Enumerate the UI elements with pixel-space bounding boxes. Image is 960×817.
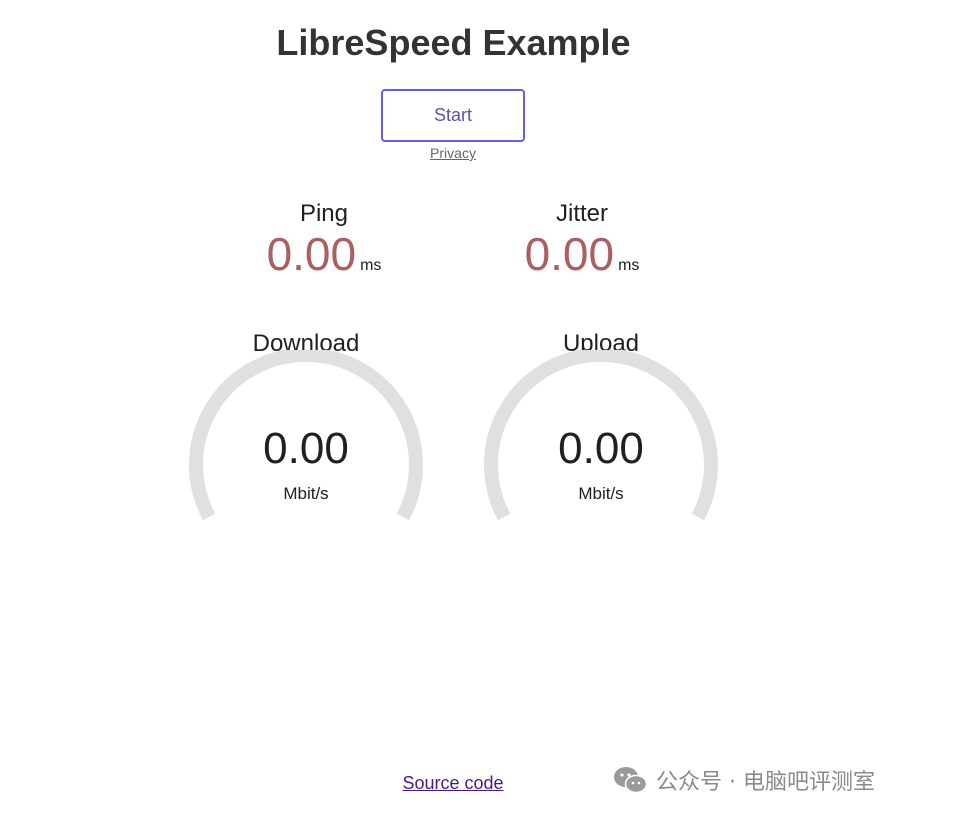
- jitter-label: Jitter: [555, 200, 608, 227]
- jitter-metric: Jitter 0.00 ms: [472, 200, 692, 290]
- privacy-link[interactable]: Privacy: [403, 145, 503, 161]
- download-unit: Mbit/s: [283, 484, 329, 503]
- source-code-link[interactable]: Source code: [353, 773, 553, 794]
- download-gauge: Download 0.00 Mbit/s: [181, 330, 431, 530]
- start-button[interactable]: Start: [381, 89, 525, 142]
- upload-unit: Mbit/s: [578, 484, 624, 503]
- page-title: LibreSpeed Example: [276, 22, 631, 63]
- ping-label: Ping: [299, 200, 349, 227]
- upload-gauge: Upload 0.00 Mbit/s: [476, 330, 726, 530]
- watermark: 公众号 · 电脑吧评测室: [612, 760, 875, 800]
- wechat-icon: [614, 767, 648, 794]
- speedtest-page: LibreSpeed Example Start Privacy Ping 0.…: [0, 0, 960, 817]
- ping-metric: Ping 0.00 ms: [214, 200, 434, 290]
- upload-value: 0.00: [558, 424, 644, 473]
- jitter-unit: ms: [618, 257, 640, 274]
- download-value: 0.00: [263, 424, 349, 473]
- watermark-text: 公众号 · 电脑吧评测室: [656, 770, 875, 795]
- ping-unit: ms: [360, 257, 382, 274]
- jitter-value: 0.00: [524, 228, 615, 280]
- ping-value: 0.00: [266, 228, 357, 280]
